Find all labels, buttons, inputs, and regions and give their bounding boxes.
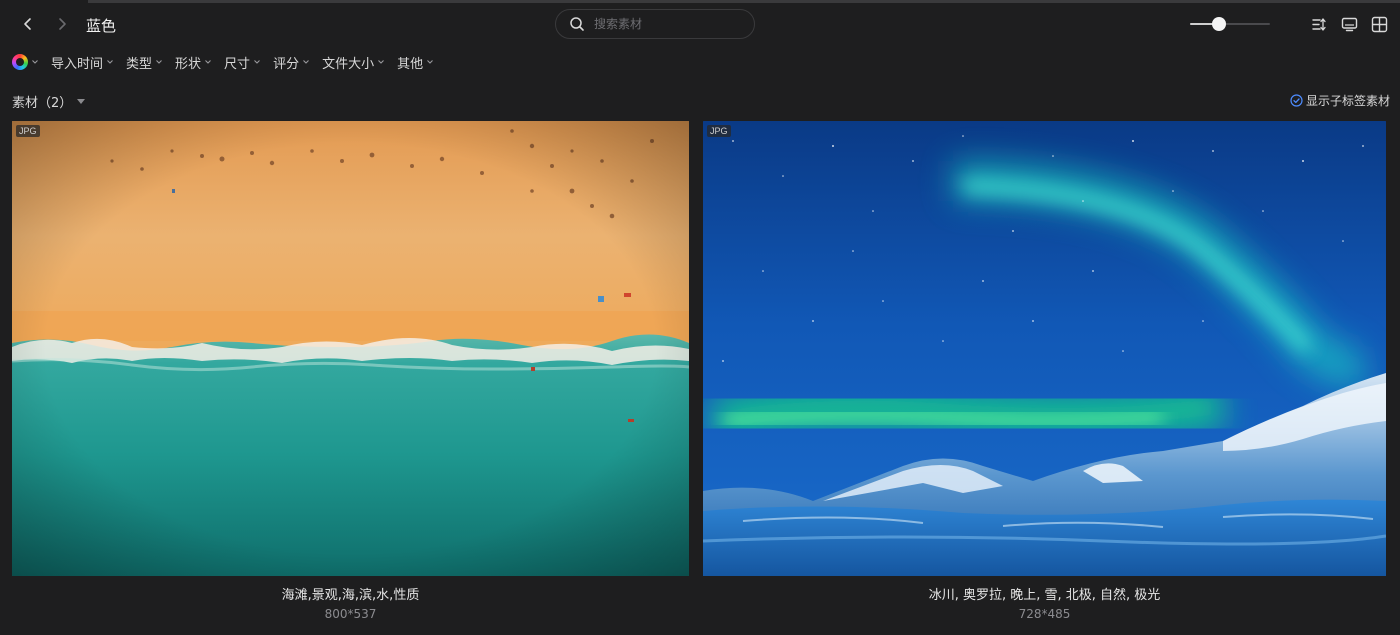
section-title[interactable]: 素材（2） bbox=[12, 92, 86, 111]
filter-label: 其他 bbox=[397, 56, 424, 72]
chevron-down-icon bbox=[31, 58, 39, 66]
sort-icon bbox=[1311, 17, 1326, 31]
asset-thumbnail[interactable]: JPG bbox=[12, 121, 689, 576]
chevron-down-icon bbox=[253, 58, 261, 66]
monitor-button[interactable] bbox=[1340, 15, 1358, 33]
filter-other[interactable]: 其他 bbox=[397, 53, 434, 72]
asset-name: 冰川, 奥罗拉, 晚上, 雪, 北极, 自然, 极光 bbox=[928, 588, 1161, 603]
filter-label: 尺寸 bbox=[224, 56, 251, 72]
filter-label: 评分 bbox=[273, 56, 300, 72]
chevron-down-icon bbox=[302, 58, 310, 66]
back-button[interactable] bbox=[17, 13, 39, 35]
show-sub-tags-toggle[interactable]: 显示子标签素材 bbox=[1290, 92, 1390, 109]
page-title: 蓝色 bbox=[86, 17, 117, 35]
chevron-left-icon bbox=[24, 18, 31, 30]
chevron-right-icon bbox=[59, 18, 66, 30]
section-title-label: 素材（2） bbox=[12, 96, 73, 111]
caret-down-icon bbox=[77, 99, 86, 104]
file-type-badge: JPG bbox=[16, 125, 40, 137]
sort-button[interactable] bbox=[1310, 15, 1328, 33]
layout-button[interactable] bbox=[1370, 15, 1388, 33]
filter-label: 导入时间 bbox=[51, 56, 104, 72]
filter-size[interactable]: 尺寸 bbox=[224, 53, 261, 72]
show-sub-tags-label: 显示子标签素材 bbox=[1305, 94, 1390, 108]
chevron-down-icon bbox=[426, 58, 434, 66]
filter-bar: 导入时间 类型 形状 尺寸 评分 文件大小 其他 bbox=[0, 50, 434, 74]
filter-rating[interactable]: 评分 bbox=[273, 53, 310, 72]
header: 蓝色 bbox=[0, 3, 1400, 45]
zoom-thumb[interactable] bbox=[1212, 17, 1226, 31]
chevron-down-icon bbox=[106, 58, 114, 66]
color-filter[interactable] bbox=[12, 54, 39, 70]
monitor-icon bbox=[1341, 17, 1357, 31]
filter-shape[interactable]: 形状 bbox=[175, 53, 212, 72]
file-type-badge: JPG bbox=[707, 125, 731, 137]
color-wheel-icon bbox=[12, 54, 28, 70]
asset-card[interactable]: JPG 冰川, 奥罗拉, 晚上, 雪, 北极, 自然, 极光 728*485 bbox=[703, 121, 1386, 621]
chevron-down-icon bbox=[204, 58, 212, 66]
beach-art bbox=[12, 121, 689, 576]
search-icon bbox=[569, 16, 585, 32]
search-box[interactable] bbox=[555, 9, 755, 39]
search-input[interactable] bbox=[594, 17, 744, 31]
filter-import-time[interactable]: 导入时间 bbox=[51, 53, 114, 72]
check-circle-icon bbox=[1290, 94, 1303, 107]
chevron-down-icon bbox=[377, 58, 385, 66]
app-window: 蓝色 搜索素材 导入时间 类型 形状 尺寸 评分 文件大小 其他 素材（2） 显… bbox=[0, 0, 1400, 635]
asset-name: 海滩,景观,海,滨,水,性质 bbox=[281, 588, 420, 603]
aurora-art bbox=[703, 121, 1386, 576]
filter-file-size[interactable]: 文件大小 bbox=[322, 53, 385, 72]
asset-dimensions: 800*537 bbox=[324, 607, 377, 621]
asset-dimensions: 728*485 bbox=[1018, 607, 1071, 621]
chevron-down-icon bbox=[155, 58, 163, 66]
beach-image bbox=[12, 121, 689, 576]
filter-label: 形状 bbox=[175, 56, 202, 72]
forward-button[interactable] bbox=[51, 13, 73, 35]
asset-thumbnail[interactable]: JPG bbox=[703, 121, 1386, 576]
asset-card[interactable]: JPG 海滩,景观,海,滨,水,性质 800*537 bbox=[12, 121, 689, 621]
filter-label: 文件大小 bbox=[322, 56, 375, 72]
grid-layout-icon bbox=[1371, 16, 1387, 32]
filter-type[interactable]: 类型 bbox=[126, 53, 163, 72]
filter-label: 类型 bbox=[126, 56, 153, 72]
zoom-slider[interactable] bbox=[1190, 16, 1272, 32]
aurora-image bbox=[703, 121, 1386, 576]
